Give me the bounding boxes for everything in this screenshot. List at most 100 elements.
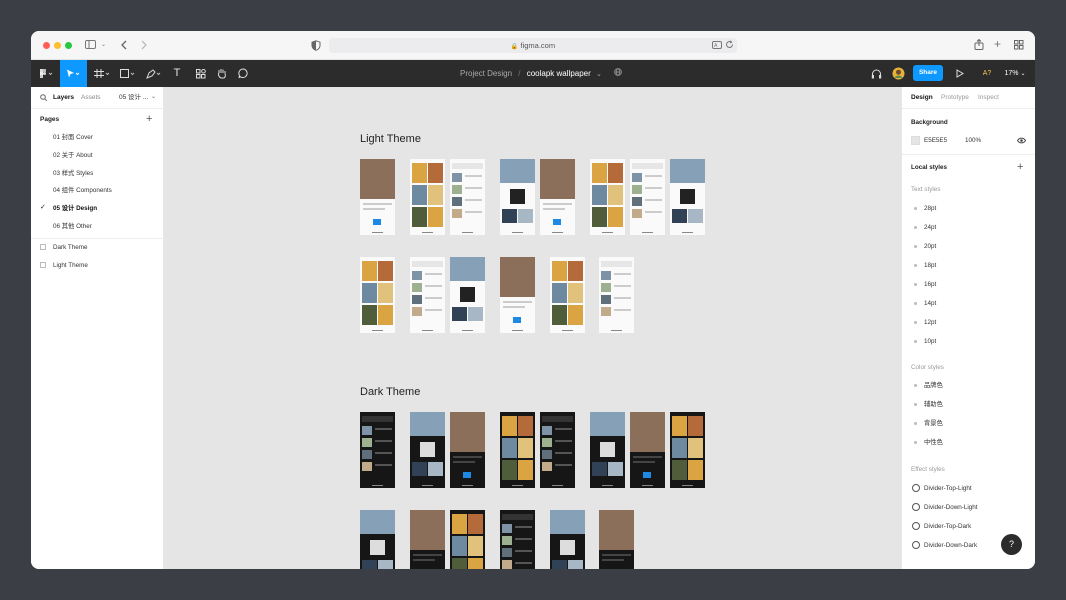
phone-frame-thumbnail[interactable] [500, 412, 535, 488]
text-style-item[interactable]: 24pt [924, 224, 936, 232]
text-style-item[interactable]: 28pt [924, 205, 936, 213]
background-hex-input[interactable]: E5E5E5 [924, 137, 947, 145]
search-icon[interactable] [40, 94, 48, 103]
shape-tool-button[interactable] [117, 60, 139, 87]
text-style-item[interactable]: 20pt [924, 243, 936, 251]
phone-frame-thumbnail[interactable] [550, 257, 585, 333]
text-style-item[interactable]: 10pt [924, 338, 936, 346]
add-style-button[interactable]: + [1017, 161, 1023, 173]
phone-frame-thumbnail[interactable] [360, 412, 395, 488]
text-style-item[interactable]: 12pt [924, 319, 936, 327]
address-bar[interactable]: 🔒 figma.com [329, 38, 737, 53]
phone-frame-thumbnail[interactable] [630, 159, 665, 235]
avatar[interactable] [890, 60, 906, 87]
chevron-down-icon[interactable]: ⌄ [101, 40, 106, 50]
file-name[interactable]: coolapk wallpaper [527, 69, 591, 78]
design-canvas[interactable]: Light Theme Dark Theme [164, 87, 901, 569]
share-page-icon[interactable] [974, 38, 984, 52]
phone-frame-thumbnail[interactable] [500, 257, 535, 333]
phone-frame-thumbnail[interactable] [410, 159, 445, 235]
zoom-menu[interactable]: 17% ⌄ [1004, 60, 1026, 87]
add-page-button[interactable]: + [146, 113, 152, 125]
translate-icon[interactable]: A [712, 41, 722, 53]
back-icon[interactable] [120, 40, 128, 52]
page-item-about[interactable]: 02 关于 About [53, 152, 93, 160]
text-tool-button[interactable]: T [169, 60, 185, 87]
phone-frame-thumbnail[interactable] [599, 257, 634, 333]
tab-design[interactable]: Design [911, 94, 933, 102]
reload-icon[interactable] [725, 40, 734, 51]
phone-frame-thumbnail[interactable] [500, 159, 535, 235]
missing-fonts-button[interactable]: A? [980, 60, 994, 87]
phone-frame-thumbnail[interactable] [410, 412, 445, 488]
chevron-down-icon[interactable]: ⌄ [596, 71, 602, 78]
page-item-other[interactable]: 06 其他 Other [53, 223, 92, 231]
comment-tool-button[interactable] [235, 60, 251, 87]
phone-frame-thumbnail[interactable] [540, 159, 575, 235]
close-window-button[interactable] [43, 42, 50, 49]
move-tool-button[interactable] [60, 60, 87, 87]
forward-icon[interactable] [140, 40, 148, 52]
phone-frame-thumbnail[interactable] [630, 412, 665, 488]
color-style-item[interactable]: 中性色 [924, 439, 943, 447]
phone-frame-thumbnail[interactable] [550, 510, 585, 569]
effect-style-item[interactable]: Divider-Down-Light [924, 504, 978, 512]
page-item-design[interactable]: 05 设计 Design [53, 205, 97, 213]
hand-tool-button[interactable] [214, 60, 230, 87]
layer-item-light-theme[interactable]: Light Theme [53, 262, 88, 270]
background-opacity-input[interactable]: 100% [965, 137, 981, 145]
pen-tool-button[interactable] [143, 60, 165, 87]
text-style-item[interactable]: 14pt [924, 300, 936, 308]
frame-tool-button[interactable] [91, 60, 113, 87]
help-button[interactable]: ? [1001, 534, 1022, 555]
tab-overview-icon[interactable] [1014, 40, 1024, 52]
phone-frame-thumbnail[interactable] [590, 412, 625, 488]
text-style-item[interactable]: 16pt [924, 281, 936, 289]
audio-headphones-icon[interactable] [869, 60, 883, 87]
phone-frame-thumbnail[interactable] [670, 412, 705, 488]
phone-frame-thumbnail[interactable] [450, 159, 485, 235]
current-page-dropdown[interactable]: 05 设计 ... [119, 94, 148, 102]
effect-style-item[interactable]: Divider-Down-Dark [924, 542, 977, 550]
phone-frame-thumbnail[interactable] [670, 159, 705, 235]
main-menu-button[interactable] [36, 60, 58, 87]
effect-style-item[interactable]: Divider-Top-Dark [924, 523, 971, 531]
tab-assets[interactable]: Assets [81, 94, 101, 102]
color-style-item[interactable]: 品牌色 [924, 382, 943, 390]
maximize-window-button[interactable] [65, 42, 72, 49]
effect-style-item[interactable]: Divider-Top-Light [924, 485, 972, 493]
globe-icon[interactable] [614, 68, 623, 78]
phone-frame-thumbnail[interactable] [360, 159, 395, 235]
project-name[interactable]: Project Design [460, 69, 512, 78]
sidebar-toggle-icon[interactable] [85, 40, 96, 51]
page-item-components[interactable]: 04 组件 Components [53, 187, 112, 195]
phone-frame-thumbnail[interactable] [360, 257, 395, 333]
phone-frame-thumbnail[interactable] [590, 159, 625, 235]
phone-frame-thumbnail[interactable] [599, 510, 634, 569]
layer-item-dark-theme[interactable]: Dark Theme [53, 244, 88, 252]
background-color-swatch[interactable] [911, 136, 920, 145]
minimize-window-button[interactable] [54, 42, 61, 49]
share-button[interactable]: Share [913, 65, 943, 81]
phone-frame-thumbnail[interactable] [360, 510, 395, 569]
page-item-cover[interactable]: 01 封面 Cover [53, 134, 93, 142]
eye-icon[interactable] [1016, 137, 1027, 146]
new-tab-icon[interactable]: + [994, 38, 1001, 50]
phone-frame-thumbnail[interactable] [540, 412, 575, 488]
phone-frame-thumbnail[interactable] [410, 257, 445, 333]
chevron-down-icon[interactable]: ⌄ [151, 93, 156, 100]
shield-icon[interactable] [311, 40, 321, 53]
tab-inspect[interactable]: Inspect [978, 94, 999, 102]
tab-layers[interactable]: Layers [53, 94, 74, 102]
resources-tool-button[interactable] [193, 60, 209, 87]
text-style-item[interactable]: 18pt [924, 262, 936, 270]
phone-frame-thumbnail[interactable] [410, 510, 445, 569]
color-style-item[interactable]: 辅助色 [924, 401, 943, 409]
page-item-styles[interactable]: 03 样式 Styles [53, 170, 93, 178]
phone-frame-thumbnail[interactable] [500, 510, 535, 569]
phone-frame-thumbnail[interactable] [450, 412, 485, 488]
tab-prototype[interactable]: Prototype [941, 94, 969, 102]
phone-frame-thumbnail[interactable] [450, 510, 485, 569]
present-play-icon[interactable] [954, 60, 966, 87]
phone-frame-thumbnail[interactable] [450, 257, 485, 333]
